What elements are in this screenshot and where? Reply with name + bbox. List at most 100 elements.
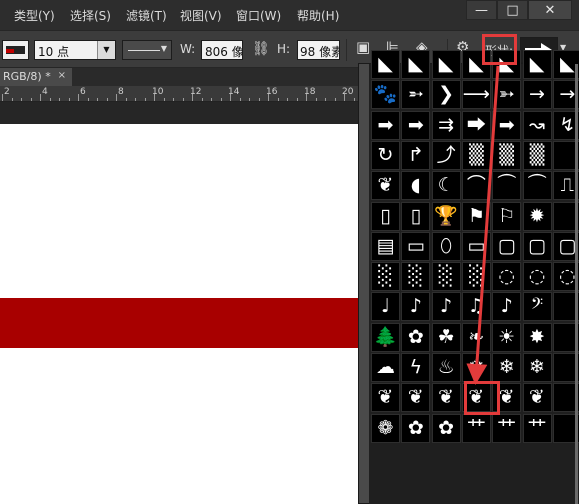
shape-tree[interactable]: 🌲 <box>371 322 400 352</box>
shape-thin-arrow[interactable]: → <box>522 80 552 110</box>
shape-chevron-arrow[interactable]: ❯ <box>431 80 461 110</box>
shape-leaf[interactable]: ❦ <box>431 383 461 413</box>
stroke-swatch[interactable] <box>2 40 29 60</box>
menu-select[interactable]: 选择(S) <box>70 7 111 24</box>
close-button[interactable]: ✕ <box>528 0 572 20</box>
shape-paw-print[interactable]: 🐾 <box>371 80 400 110</box>
shape-grunge-border[interactable]: ░ <box>431 262 461 292</box>
shape-fire[interactable]: ♨ <box>431 353 461 382</box>
shape-snowflake[interactable]: ❄ <box>461 353 491 382</box>
minimize-button[interactable]: — <box>466 0 497 20</box>
shape-bubble[interactable]: ◖ <box>401 171 431 201</box>
shape-block-arrow[interactable]: ⮕ <box>461 110 491 140</box>
height-label: H: <box>277 42 291 56</box>
stroke-type-dropdown[interactable]: ▼ <box>122 40 172 60</box>
shape-eighth-note[interactable]: ♪ <box>492 292 522 322</box>
shape-ornate-frame[interactable]: ▢ <box>492 231 522 261</box>
shape-bold-arrow[interactable]: ➡ <box>401 110 431 140</box>
shape-leaf[interactable]: ❦ <box>522 383 552 413</box>
red-rectangle-shape[interactable] <box>0 298 360 348</box>
ruler-tick <box>239 98 241 101</box>
shape-butterfly[interactable]: ❧ <box>461 322 491 352</box>
shape-crescent[interactable]: ☾ <box>431 171 461 201</box>
shape-feather-arrow[interactable]: ➳ <box>492 80 522 110</box>
shape-lightning[interactable]: ϟ <box>401 353 431 382</box>
shape-eighth-note[interactable]: ♪ <box>431 292 461 322</box>
shape-snowflake[interactable]: ❄ <box>522 353 552 382</box>
menu-filter[interactable]: 滤镜(T) <box>126 7 167 24</box>
document-canvas[interactable] <box>0 124 360 504</box>
photoshop-window: 类型(Y) 选择(S) 滤镜(T) 视图(V) 窗口(W) 帮助(H) — □ … <box>0 0 579 504</box>
shape-film-frame[interactable]: ▤ <box>371 231 400 261</box>
shape-grunge-border[interactable]: ░ <box>461 262 491 292</box>
shape-double-arrow[interactable]: ⇉ <box>431 110 461 140</box>
shape-line-arrow[interactable]: ⟶ <box>461 80 491 110</box>
shape-texture[interactable]: ▒ <box>522 140 552 170</box>
shape-banner[interactable]: ⏜ <box>492 171 522 201</box>
menu-view[interactable]: 视图(V) <box>180 7 222 24</box>
shape-flower[interactable]: ✿ <box>401 322 431 352</box>
shape-banner[interactable]: ⏜ <box>522 171 552 201</box>
shape-dart-arrow[interactable]: ➵ <box>401 80 431 110</box>
shape-bold-arrow[interactable]: ➡ <box>371 110 400 140</box>
shape-grunge-border[interactable]: ░ <box>401 262 431 292</box>
width-field[interactable]: 806 像 <box>201 40 243 60</box>
shape-wave-arrow[interactable]: ↝ <box>522 110 552 140</box>
shape-leaf[interactable]: ❦ <box>371 383 400 413</box>
link-icon[interactable]: ⛓ <box>252 41 270 57</box>
shape-grunge-circle[interactable]: ◌ <box>522 262 552 292</box>
shape-bend-arrow[interactable]: ⤴ <box>431 140 461 170</box>
shape-snowflake[interactable]: ❄ <box>492 353 522 382</box>
shape-bass-clef[interactable]: 𝄢 <box>522 292 552 322</box>
shape-seal[interactable]: ✹ <box>522 201 552 231</box>
shape-texture[interactable]: ▒ <box>492 140 522 170</box>
shape-fold-corner[interactable]: ◣ <box>431 50 461 79</box>
shape-flag[interactable]: ⚑ <box>461 201 491 231</box>
shape-grass[interactable]: ⺾ <box>461 413 491 443</box>
shape-frame[interactable]: ▭ <box>461 231 491 261</box>
shape-flower[interactable]: ✿ <box>401 413 431 443</box>
ruler-tick <box>258 98 260 101</box>
stroke-size-field[interactable]: 10 点 ▼ <box>34 40 116 60</box>
shape-cloud[interactable]: ☁ <box>371 353 400 382</box>
shape-swoosh[interactable]: ⌒ <box>461 171 491 201</box>
shape-grass[interactable]: ⺾ <box>492 413 522 443</box>
shape-grunge-border[interactable]: ░ <box>371 262 400 292</box>
menu-help[interactable]: 帮助(H) <box>297 7 339 24</box>
shape-trophy[interactable]: 🏆 <box>431 201 461 231</box>
document-tab[interactable]: RGB/8) * × <box>0 68 72 86</box>
shape-texture[interactable]: ▒ <box>461 140 491 170</box>
shape-clover[interactable]: ☘ <box>431 322 461 352</box>
shape-flower[interactable]: ✿ <box>431 413 461 443</box>
shape-ornate-frame[interactable]: ▢ <box>522 231 552 261</box>
shape-ornament[interactable]: ❦ <box>371 171 400 201</box>
shape-beamed-notes[interactable]: ♫ <box>461 292 491 322</box>
menu-window[interactable]: 窗口(W) <box>236 7 281 24</box>
shape-bold-arrow[interactable]: ➡ <box>492 110 522 140</box>
shape-wavy-flag[interactable]: ⚐ <box>492 201 522 231</box>
shape-sunburst[interactable]: ☀ <box>492 322 522 352</box>
shape-scroll[interactable]: ▯ <box>371 201 400 231</box>
shape-quarter-note[interactable]: ♩ <box>371 292 400 322</box>
shape-fold-corner[interactable]: ◣ <box>371 50 400 79</box>
menu-type[interactable]: 类型(Y) <box>14 7 55 24</box>
close-icon[interactable]: × <box>58 70 66 81</box>
shape-frame[interactable]: ▭ <box>401 231 431 261</box>
shape-eighth-note[interactable]: ♪ <box>401 292 431 322</box>
shape-scroll[interactable]: ▯ <box>401 201 431 231</box>
picker-scrollbar[interactable] <box>575 64 578 504</box>
shape-grunge-circle[interactable]: ◌ <box>492 262 522 292</box>
shape-leaf[interactable]: ❦ <box>401 383 431 413</box>
maximize-button[interactable]: □ <box>497 0 528 20</box>
shape-oval-frame[interactable]: ⬯ <box>431 231 461 261</box>
shape-star-burst[interactable]: ✸ <box>522 322 552 352</box>
shape-turn-arrow[interactable]: ↱ <box>401 140 431 170</box>
shape-grass[interactable]: ⺾ <box>522 413 552 443</box>
height-field[interactable]: 98 像素 <box>297 40 340 60</box>
chevron-down-icon[interactable]: ▼ <box>97 41 115 59</box>
shape-fold-corner[interactable]: ◣ <box>522 50 552 79</box>
shape-daisy[interactable]: ❁ <box>371 413 400 443</box>
path-operations-icon[interactable]: ▣ <box>356 38 370 56</box>
shape-fold-corner[interactable]: ◣ <box>401 50 431 79</box>
shape-curved-arrow[interactable]: ↻ <box>371 140 400 170</box>
